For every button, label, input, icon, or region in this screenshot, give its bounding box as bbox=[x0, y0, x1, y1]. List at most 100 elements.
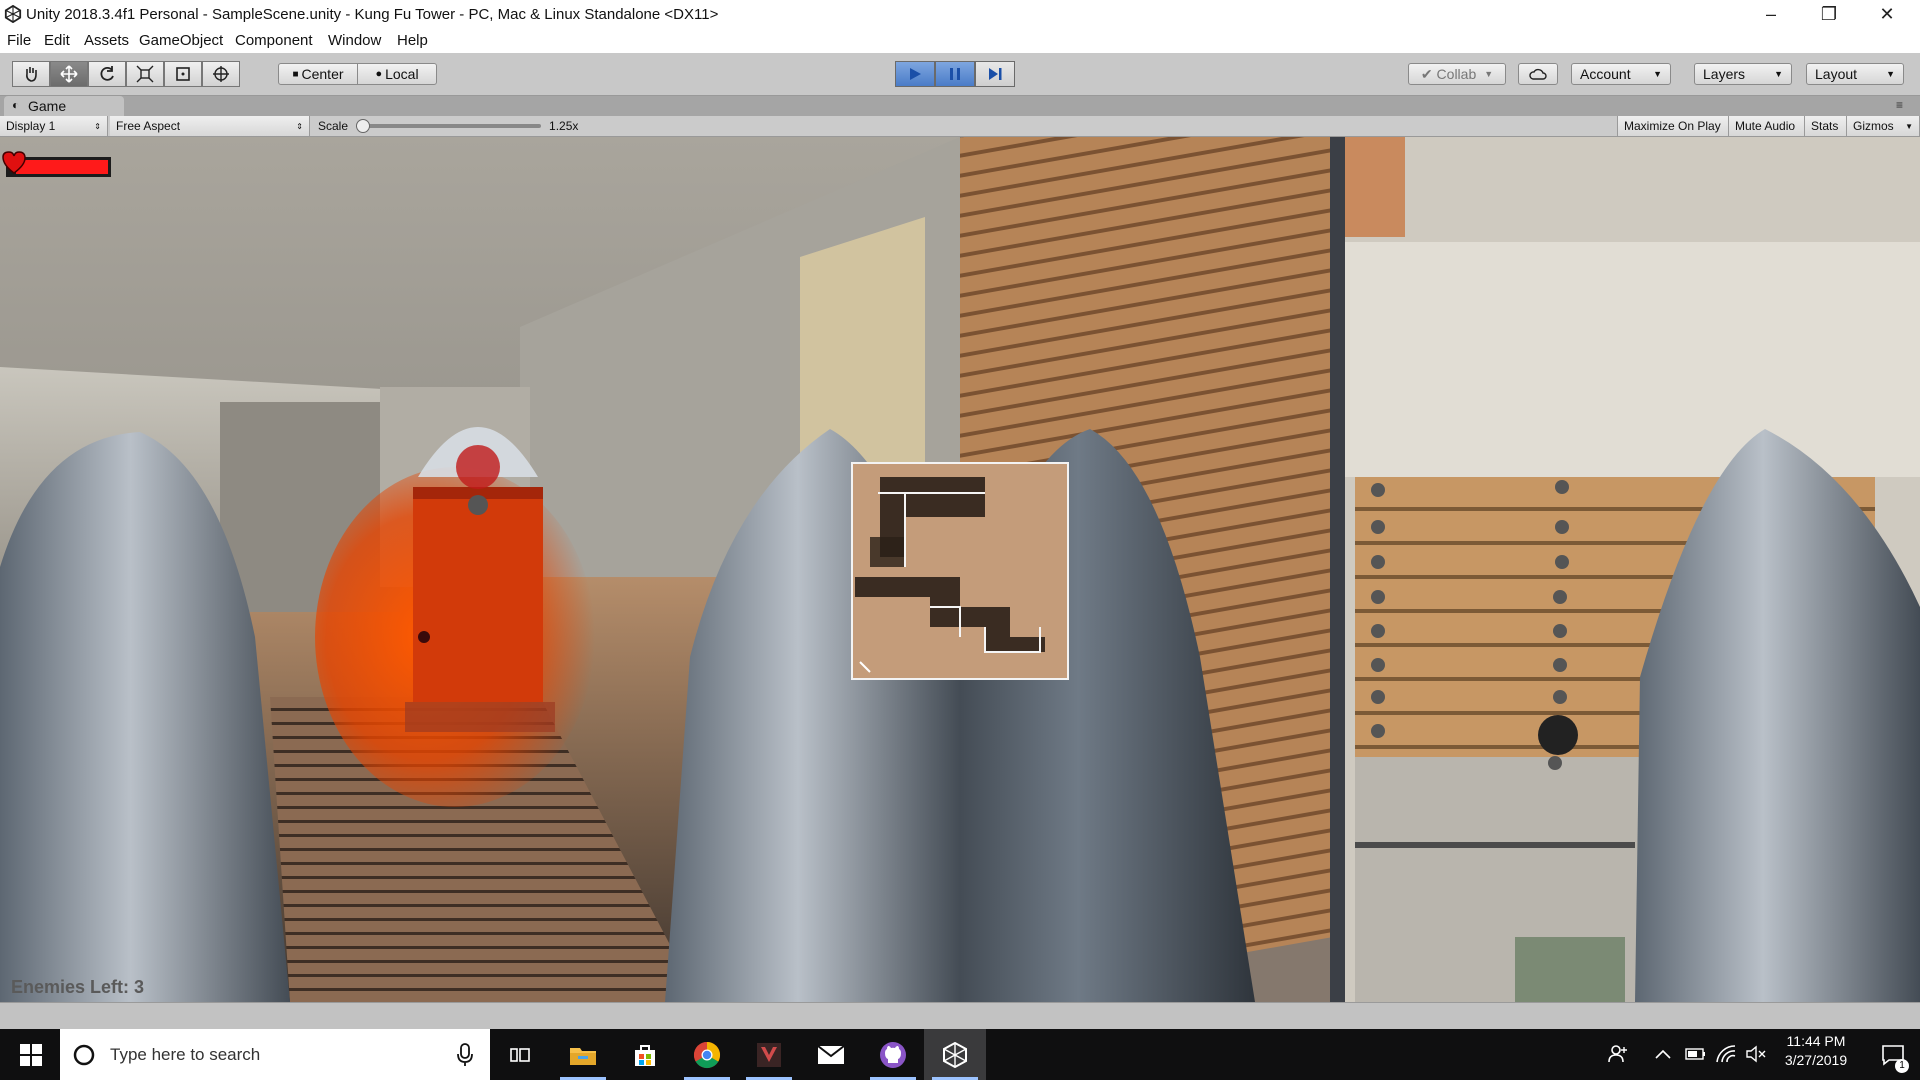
cortana-icon bbox=[73, 1044, 95, 1066]
enemies-left-label: Enemies Left: 3 bbox=[11, 977, 145, 997]
volume-muted-icon[interactable] bbox=[1745, 1044, 1767, 1064]
display-dropdown[interactable]: Display 1 ⇕ bbox=[0, 116, 108, 136]
chevron-down-icon: ▼ bbox=[1905, 121, 1913, 131]
chevron-down-icon: ▼ bbox=[1653, 69, 1662, 79]
tab-menu-icon[interactable]: ≡ bbox=[1896, 98, 1903, 112]
menu-component[interactable]: Component bbox=[235, 32, 313, 49]
game-scene bbox=[0, 137, 1920, 1002]
title-bar: Unity 2018.3.4f1 Personal - SampleScene.… bbox=[0, 0, 1920, 29]
pivot-local-toggle[interactable]: ● Local bbox=[357, 63, 437, 85]
pivot-icon: ■ bbox=[292, 68, 299, 80]
collab-label: Collab bbox=[1436, 66, 1477, 82]
action-center-button[interactable]: 1 bbox=[1866, 1029, 1920, 1080]
display-label: Display 1 bbox=[6, 119, 56, 133]
stats-label: Stats bbox=[1811, 119, 1839, 133]
game-view[interactable]: Enemies Left: 3 bbox=[0, 137, 1920, 1002]
clock-time: 11:44 PM bbox=[1786, 1033, 1846, 1049]
menu-window[interactable]: Window bbox=[328, 32, 381, 49]
menu-bar: File Edit Assets GameObject Component Wi… bbox=[0, 29, 1920, 53]
mute-audio-toggle[interactable]: Mute Audio bbox=[1729, 116, 1805, 136]
maximize-on-play-toggle[interactable]: Maximize On Play bbox=[1617, 116, 1729, 136]
pause-icon bbox=[950, 68, 960, 80]
play-button[interactable] bbox=[895, 61, 935, 87]
game-view-toolbar: Display 1 ⇕ Free Aspect ⇕ Scale 1.25x Maxi… bbox=[0, 116, 1920, 137]
layout-dropdown[interactable]: Layout ▼ bbox=[1806, 63, 1904, 85]
people-icon[interactable] bbox=[1607, 1044, 1629, 1064]
move-tool-icon[interactable] bbox=[50, 61, 88, 87]
updown-icon: ⇕ bbox=[296, 121, 303, 131]
chevron-down-icon: ▼ bbox=[1774, 69, 1783, 79]
maximize-label: Maximize On Play bbox=[1624, 119, 1721, 133]
hand-tool-icon[interactable] bbox=[12, 61, 50, 87]
account-label: Account bbox=[1580, 66, 1631, 82]
windows-logo-icon bbox=[20, 1043, 42, 1066]
rotate-tool-icon[interactable] bbox=[88, 61, 126, 87]
mute-label: Mute Audio bbox=[1735, 119, 1796, 133]
stats-toggle[interactable]: Stats bbox=[1805, 116, 1847, 136]
minimize-button[interactable]: – bbox=[1742, 0, 1800, 29]
taskbar-search-box[interactable]: Type here to search bbox=[60, 1029, 490, 1080]
layout-label: Layout bbox=[1815, 66, 1858, 82]
checkmark-icon: ✔ bbox=[1420, 65, 1433, 82]
play-icon bbox=[910, 68, 921, 80]
task-view-icon[interactable] bbox=[489, 1029, 551, 1080]
scale-slider-thumb[interactable] bbox=[356, 119, 371, 133]
rect-tool-icon[interactable] bbox=[164, 61, 202, 87]
minimap bbox=[851, 462, 1069, 680]
gaming-app-icon[interactable] bbox=[738, 1029, 800, 1080]
scale-control: Scale 1.25x bbox=[312, 116, 612, 136]
scale-value: 1.25x bbox=[549, 119, 579, 133]
clock-date: 3/27/2019 bbox=[1784, 1052, 1848, 1068]
chevron-down-icon: ▼ bbox=[1886, 69, 1895, 79]
scale-tool-icon[interactable] bbox=[126, 61, 164, 87]
file-explorer-icon[interactable] bbox=[552, 1029, 614, 1080]
window-title: Unity 2018.3.4f1 Personal - SampleScene.… bbox=[26, 6, 719, 23]
microphone-icon[interactable] bbox=[456, 1043, 474, 1067]
tab-bar bbox=[0, 96, 1920, 116]
local-space-icon: ● bbox=[375, 68, 383, 80]
pause-button[interactable] bbox=[935, 61, 975, 87]
step-button[interactable] bbox=[975, 61, 1015, 87]
cannonball bbox=[1538, 715, 1578, 755]
chevron-down-icon: ▼ bbox=[1484, 69, 1494, 79]
space-label: Local bbox=[385, 66, 419, 82]
account-dropdown[interactable]: Account ▼ bbox=[1571, 63, 1671, 85]
search-placeholder: Type here to search bbox=[110, 1045, 261, 1064]
pivot-center-toggle[interactable]: ■ Center bbox=[278, 63, 358, 85]
menu-file[interactable]: File bbox=[7, 32, 31, 49]
transform-tool-icon[interactable] bbox=[202, 61, 240, 87]
close-button[interactable]: ✕ bbox=[1858, 0, 1916, 29]
updown-icon: ⇕ bbox=[94, 121, 101, 131]
layers-label: Layers bbox=[1703, 66, 1746, 82]
layers-dropdown[interactable]: Layers ▼ bbox=[1694, 63, 1792, 85]
store-icon[interactable] bbox=[614, 1029, 676, 1080]
tab-game[interactable]: ◐ Game bbox=[4, 96, 124, 116]
gizmos-label: Gizmos bbox=[1853, 119, 1894, 133]
battery-icon[interactable] bbox=[1685, 1046, 1707, 1062]
aspect-label: Free Aspect bbox=[116, 119, 181, 133]
aspect-dropdown[interactable]: Free Aspect ⇕ bbox=[110, 116, 310, 136]
unity-icon[interactable] bbox=[924, 1029, 986, 1080]
toolbar: ■ Center ● Local ✔ Collab ▼ Account ▼ Layers ▼… bbox=[0, 53, 1920, 96]
chevron-up-icon[interactable] bbox=[1655, 1049, 1671, 1059]
pivot-label: Center bbox=[301, 66, 344, 82]
unity-logo-icon bbox=[4, 5, 22, 23]
mail-icon[interactable] bbox=[800, 1029, 862, 1080]
collab-dropdown[interactable]: ✔ Collab ▼ bbox=[1408, 63, 1506, 85]
clock[interactable]: 11:44 PM 3/27/2019 bbox=[1776, 1033, 1856, 1068]
gizmos-dropdown[interactable]: Gizmos ▼ bbox=[1847, 116, 1920, 136]
menu-gameobject[interactable]: GameObject bbox=[139, 32, 223, 49]
chrome-icon[interactable] bbox=[676, 1029, 738, 1080]
menu-edit[interactable]: Edit bbox=[44, 32, 70, 49]
game-tab-icon: ◐ bbox=[12, 98, 20, 112]
menu-assets[interactable]: Assets bbox=[84, 32, 129, 49]
scale-label: Scale bbox=[318, 119, 349, 133]
cloud-icon bbox=[1529, 68, 1547, 80]
restore-button[interactable]: ❐ bbox=[1800, 0, 1858, 29]
cloud-button[interactable] bbox=[1518, 63, 1558, 85]
wifi-icon[interactable] bbox=[1715, 1044, 1737, 1064]
windows-start-button[interactable] bbox=[0, 1029, 62, 1080]
github-icon[interactable] bbox=[862, 1029, 924, 1080]
menu-help[interactable]: Help bbox=[397, 32, 428, 49]
scale-slider[interactable] bbox=[356, 119, 542, 133]
